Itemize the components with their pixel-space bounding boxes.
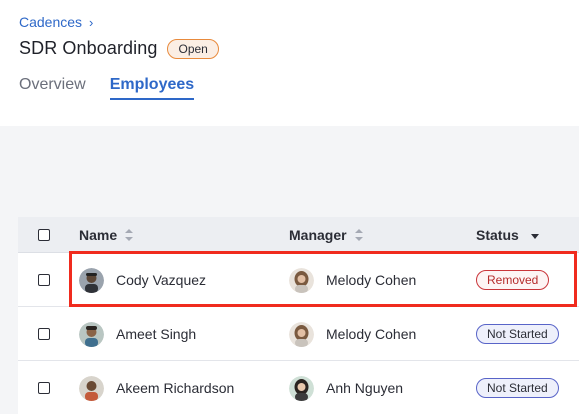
manager-cell: Melody Cohen (289, 253, 416, 307)
manager-name: Melody Cohen (326, 272, 417, 288)
sort-desc-icon[interactable] (530, 234, 539, 239)
column-header-status[interactable]: Status (476, 217, 539, 253)
page-header: Cadences › SDR Onboarding Open Overview … (0, 0, 579, 126)
avatar (289, 321, 314, 347)
title-row: SDR Onboarding Open (19, 38, 219, 59)
table-row[interactable]: Cody Vazquez Melody Cohen Removed (18, 253, 579, 307)
page-title: SDR Onboarding (19, 38, 158, 58)
manager-name: Anh Nguyen (326, 380, 404, 396)
breadcrumb-link-cadences[interactable]: Cadences (19, 14, 82, 30)
column-label-name: Name (79, 227, 118, 243)
avatar (289, 375, 314, 401)
select-all-checkbox[interactable] (38, 229, 50, 241)
avatar (79, 375, 104, 401)
status-badge-not-started: Not Started (476, 378, 559, 398)
tab-employees[interactable]: Employees (109, 76, 195, 100)
breadcrumb: Cadences › (19, 14, 93, 30)
status-cell: Removed (476, 253, 550, 307)
name-cell: Ameet Singh (79, 307, 196, 361)
employee-name: Cody Vazquez (116, 272, 207, 288)
status-cell: Not Started (476, 307, 559, 361)
sort-icon[interactable] (125, 229, 134, 241)
employees-table: Name Manager Status Cody Vazquez Melody … (18, 217, 579, 414)
avatar (79, 267, 104, 293)
table-row[interactable]: Akeem Richardson Anh Nguyen Not Started (18, 361, 579, 414)
sort-icon[interactable] (354, 229, 363, 241)
status-badge-not-started: Not Started (476, 324, 559, 344)
row-checkbox[interactable] (38, 382, 50, 394)
avatar (289, 267, 314, 293)
column-header-manager[interactable]: Manager (289, 217, 363, 253)
name-cell: Cody Vazquez (79, 253, 206, 307)
manager-cell: Anh Nguyen (289, 361, 403, 414)
chevron-right-icon: › (89, 14, 94, 30)
manager-cell: Melody Cohen (289, 307, 416, 361)
status-cell: Not Started (476, 361, 559, 414)
status-badge-removed: Removed (476, 270, 550, 290)
status-badge: Open (167, 38, 219, 59)
tab-bar: Overview Employees (19, 76, 195, 100)
employee-name: Akeem Richardson (116, 380, 235, 396)
manager-name: Melody Cohen (326, 326, 417, 342)
table-header: Name Manager Status (18, 217, 579, 253)
name-cell: Akeem Richardson (79, 361, 234, 414)
avatar (79, 321, 104, 347)
table-row[interactable]: Ameet Singh Melody Cohen Not Started (18, 307, 579, 361)
column-header-name[interactable]: Name (79, 217, 134, 253)
employee-name: Ameet Singh (116, 326, 197, 342)
row-checkbox[interactable] (38, 274, 50, 286)
column-label-status: Status (476, 227, 519, 243)
tab-overview[interactable]: Overview (19, 76, 86, 100)
column-label-manager: Manager (289, 227, 347, 243)
row-checkbox[interactable] (38, 328, 50, 340)
